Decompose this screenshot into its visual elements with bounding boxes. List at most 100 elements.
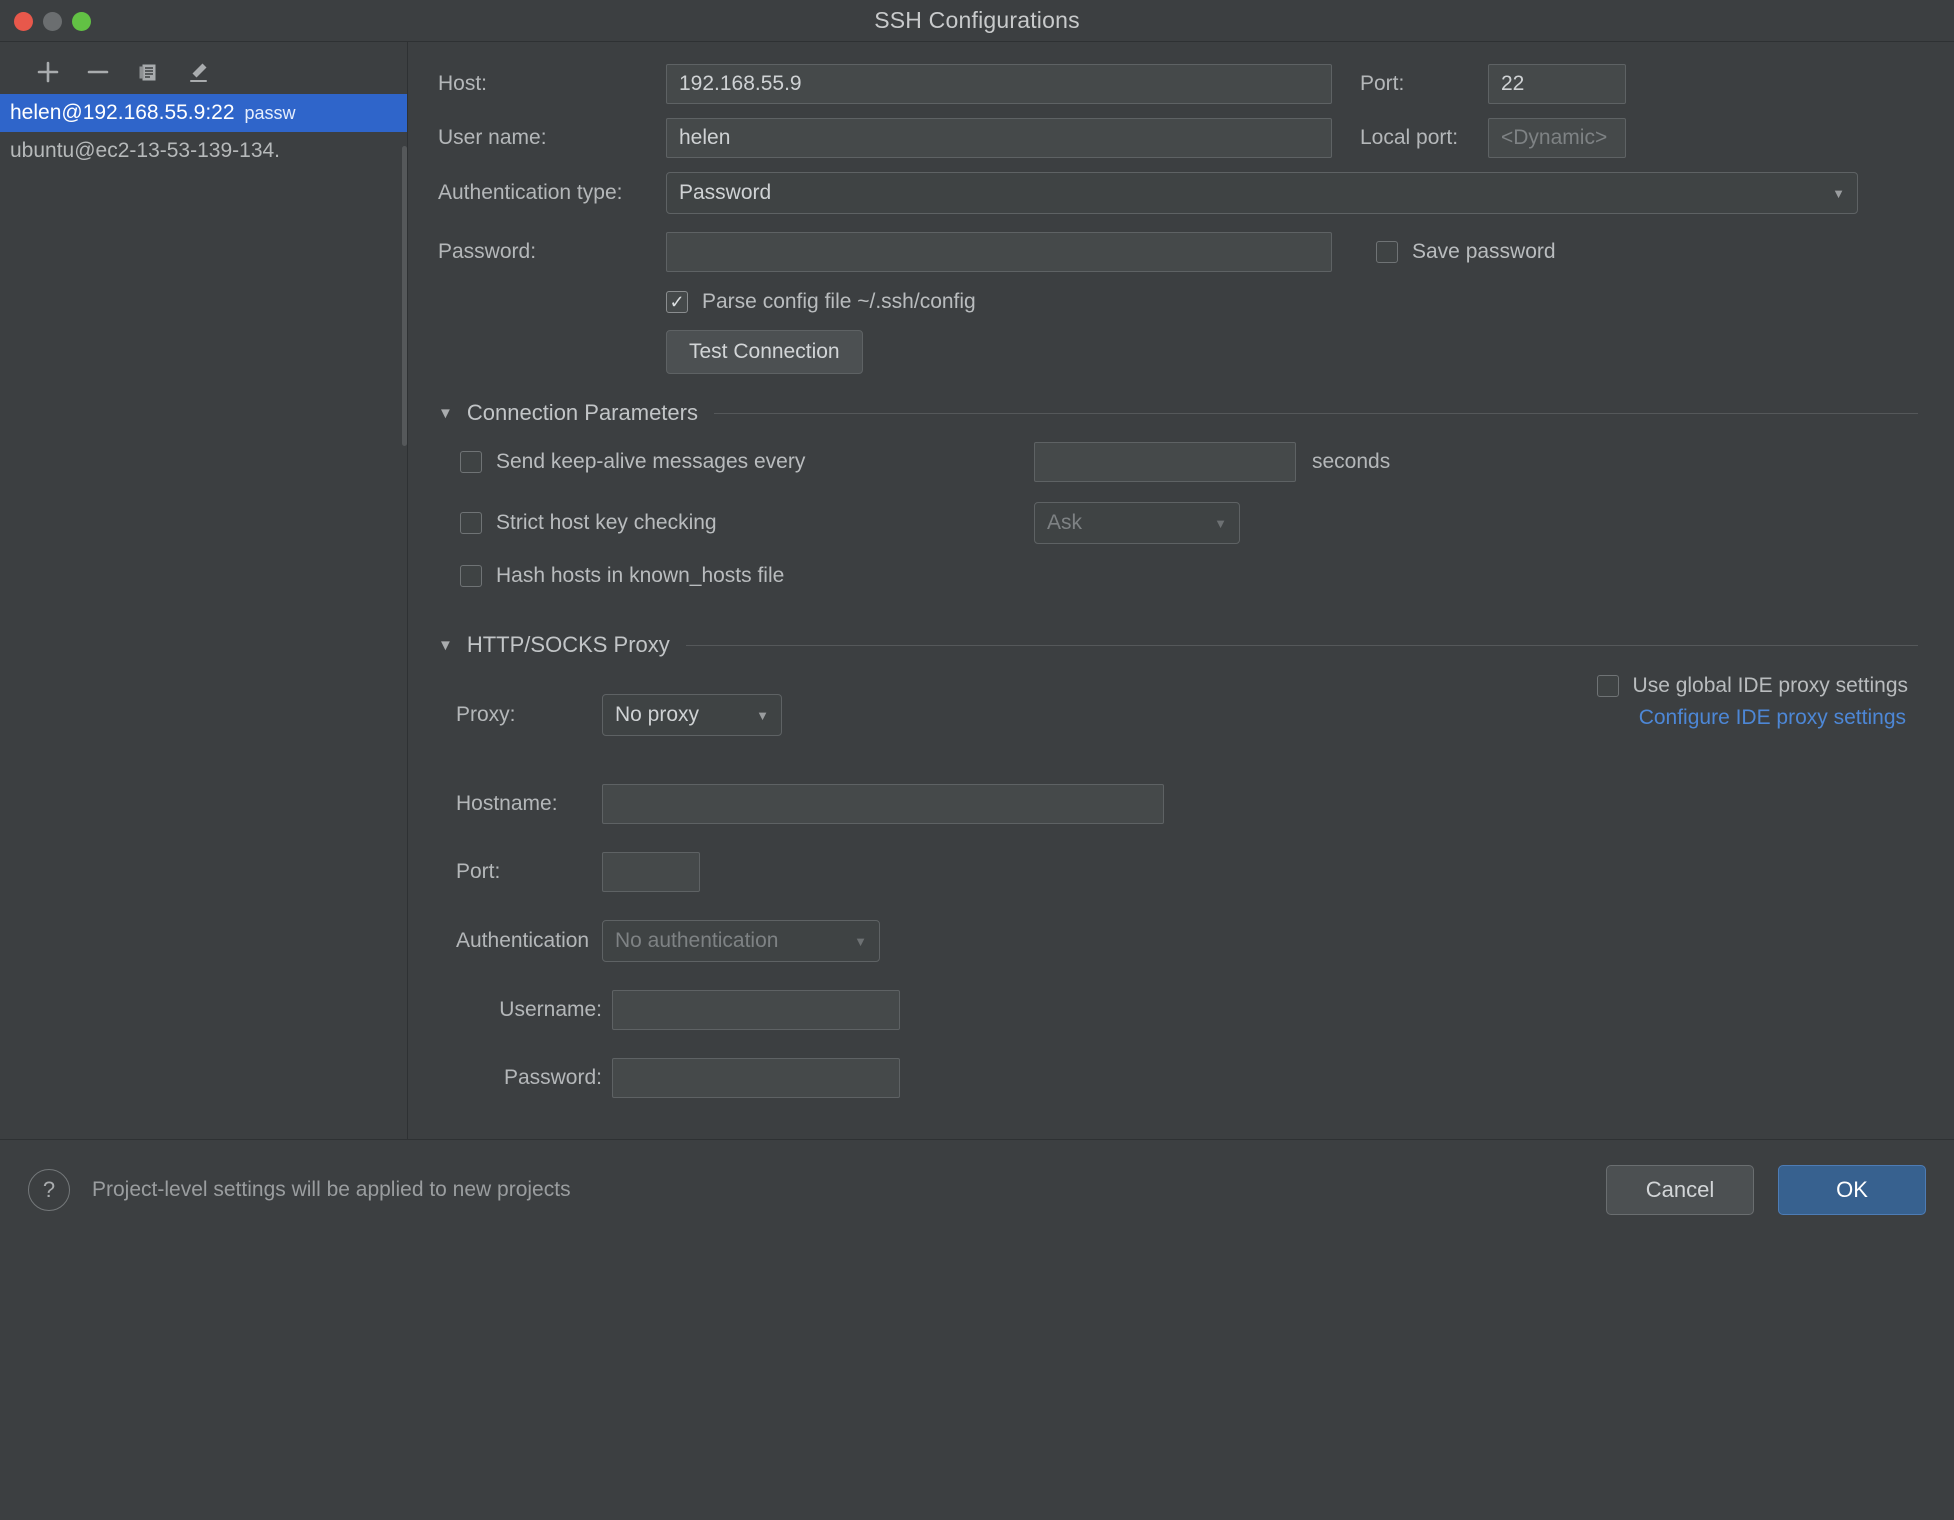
proxy-port-label: Port: — [456, 860, 501, 883]
checkbox-box — [1596, 675, 1619, 697]
auth-type-select[interactable]: Password ▼ — [666, 172, 1858, 214]
window-title: SSH Configurations — [874, 7, 1080, 33]
password-label: Password: — [438, 240, 537, 263]
proxy-port-row: Port: — [424, 852, 1924, 892]
proxy-label: Proxy: — [456, 703, 516, 726]
dialog-body: helen@192.168.55.9:22 passw ubuntu@ec2-1… — [0, 42, 1954, 1139]
host-label: Host: — [438, 72, 488, 95]
proxy-password-input[interactable] — [612, 1058, 900, 1098]
proxy-section-header[interactable]: ▼ HTTP/SOCKS Proxy — [438, 632, 1924, 658]
keep-alive-checkbox[interactable]: Send keep-alive messages every — [460, 450, 1034, 474]
checkbox-box — [460, 565, 482, 587]
username-input[interactable]: helen — [666, 118, 1332, 158]
list-item-label: ubuntu@ec2-13-53-139-134. — [10, 139, 281, 162]
minimize-window-button[interactable] — [43, 11, 62, 31]
configuration-form: Host: 192.168.55.9 Port: 22 User name: h… — [408, 42, 1954, 1139]
help-icon[interactable]: ? — [28, 1168, 70, 1211]
sidebar-toolbar — [0, 42, 407, 94]
host-row: Host: 192.168.55.9 Port: 22 — [424, 64, 1924, 104]
collapse-triangle-icon[interactable]: ▼ — [438, 637, 453, 654]
connection-parameters-section-header[interactable]: ▼ Connection Parameters — [438, 400, 1924, 426]
strict-host-select[interactable]: Ask ▼ — [1034, 502, 1240, 544]
footer-status-text: Project-level settings will be applied t… — [92, 1177, 571, 1201]
proxy-type-select[interactable]: No proxy ▼ — [602, 694, 782, 736]
configurations-list[interactable]: helen@192.168.55.9:22 passw ubuntu@ec2-1… — [0, 94, 407, 446]
password-input[interactable] — [666, 232, 1332, 272]
chevron-down-icon: ▼ — [756, 707, 769, 723]
chevron-down-icon: ▼ — [854, 933, 867, 949]
strict-host-label: Strict host key checking — [496, 511, 717, 534]
collapse-triangle-icon[interactable]: ▼ — [438, 405, 453, 422]
proxy-hostname-label: Hostname: — [456, 792, 558, 815]
username-row: User name: helen Local port: <Dynamic> — [424, 118, 1924, 158]
proxy-username-input[interactable] — [612, 990, 900, 1030]
use-global-proxy-checkbox[interactable]: Use global IDE proxy settings — [1596, 674, 1908, 698]
proxy-authentication-label: Authentication — [456, 929, 590, 952]
password-row: Password: Save password — [424, 232, 1924, 272]
list-item[interactable]: ubuntu@ec2-13-53-139-134. — [0, 132, 407, 170]
seconds-label: seconds — [1312, 450, 1391, 473]
test-connection-row: Test Connection — [424, 330, 1924, 374]
list-item-suffix: passw — [244, 102, 296, 123]
hash-hosts-label: Hash hosts in known_hosts file — [496, 564, 785, 587]
title-bar: SSH Configurations — [0, 0, 1954, 42]
configure-ide-proxy-link[interactable]: Configure IDE proxy settings — [1639, 706, 1906, 730]
checkbox-box — [1376, 241, 1398, 263]
checkbox-box — [460, 451, 482, 473]
test-connection-button[interactable]: Test Connection — [666, 330, 863, 374]
local-port-input[interactable]: <Dynamic> — [1488, 118, 1626, 158]
hash-hosts-row: Hash hosts in known_hosts file — [460, 564, 1924, 588]
strict-host-value: Ask — [1047, 511, 1083, 534]
proxy-type-value: No proxy — [615, 703, 700, 726]
sidebar-scrollbar[interactable] — [402, 146, 407, 446]
save-password-checkbox[interactable]: Save password — [1376, 240, 1556, 264]
copy-configuration-icon[interactable] — [128, 53, 168, 91]
proxy-section-title: HTTP/SOCKS Proxy — [466, 632, 670, 657]
proxy-authentication-select[interactable]: No authentication ▼ — [602, 920, 880, 962]
divider — [713, 412, 1918, 414]
port-label: Port: — [1360, 72, 1405, 95]
hash-hosts-checkbox[interactable]: Hash hosts in known_hosts file — [460, 564, 784, 588]
keep-alive-row: Send keep-alive messages every seconds — [460, 442, 1924, 482]
add-configuration-button[interactable] — [28, 53, 68, 91]
zoom-window-button[interactable] — [72, 11, 91, 31]
edit-configuration-icon[interactable] — [178, 53, 218, 91]
chevron-down-icon: ▼ — [1214, 515, 1227, 531]
auth-type-value: Password — [679, 181, 772, 204]
proxy-password-row: Password: — [424, 1058, 1924, 1098]
window-controls — [14, 0, 91, 42]
username-label: User name: — [438, 126, 547, 149]
configurations-sidebar: helen@192.168.55.9:22 passw ubuntu@ec2-1… — [0, 42, 408, 1139]
auth-type-row: Authentication type: Password ▼ — [424, 172, 1924, 214]
keep-alive-seconds-input[interactable] — [1034, 442, 1296, 482]
save-password-label: Save password — [1412, 240, 1556, 263]
checkbox-box — [460, 512, 482, 534]
proxy-authentication-value: No authentication — [615, 929, 779, 952]
remove-configuration-button[interactable] — [78, 53, 118, 91]
host-input[interactable]: 192.168.55.9 — [666, 64, 1332, 104]
checkbox-box-checked: ✓ — [666, 291, 688, 313]
connection-parameters-title: Connection Parameters — [466, 400, 698, 425]
cancel-button[interactable]: Cancel — [1606, 1164, 1754, 1215]
proxy-password-label: Password: — [503, 1066, 602, 1089]
proxy-hostname-row: Hostname: — [424, 784, 1924, 824]
list-item[interactable]: helen@192.168.55.9:22 passw — [0, 94, 407, 132]
strict-host-checkbox[interactable]: Strict host key checking — [460, 511, 1034, 535]
proxy-username-row: Username: — [424, 990, 1924, 1030]
parse-config-label: Parse config file ~/.ssh/config — [702, 290, 976, 313]
keep-alive-label: Send keep-alive messages every — [496, 450, 806, 473]
proxy-hostname-input[interactable] — [602, 784, 1164, 824]
dialog-footer: ? Project-level settings will be applied… — [0, 1139, 1954, 1239]
local-port-label: Local port: — [1360, 126, 1459, 149]
parse-config-checkbox[interactable]: ✓ Parse config file ~/.ssh/config — [666, 290, 976, 314]
proxy-authentication-row: Authentication No authentication ▼ — [424, 920, 1924, 962]
chevron-down-icon: ▼ — [1832, 185, 1845, 201]
port-input[interactable]: 22 — [1488, 64, 1626, 104]
close-window-button[interactable] — [14, 11, 33, 31]
list-item-label: helen@192.168.55.9:22 — [10, 101, 235, 124]
divider — [685, 644, 1918, 646]
use-global-proxy-label: Use global IDE proxy settings — [1632, 674, 1908, 697]
proxy-port-input[interactable] — [602, 852, 700, 892]
ok-button[interactable]: OK — [1778, 1164, 1926, 1215]
auth-type-label: Authentication type: — [438, 181, 623, 204]
